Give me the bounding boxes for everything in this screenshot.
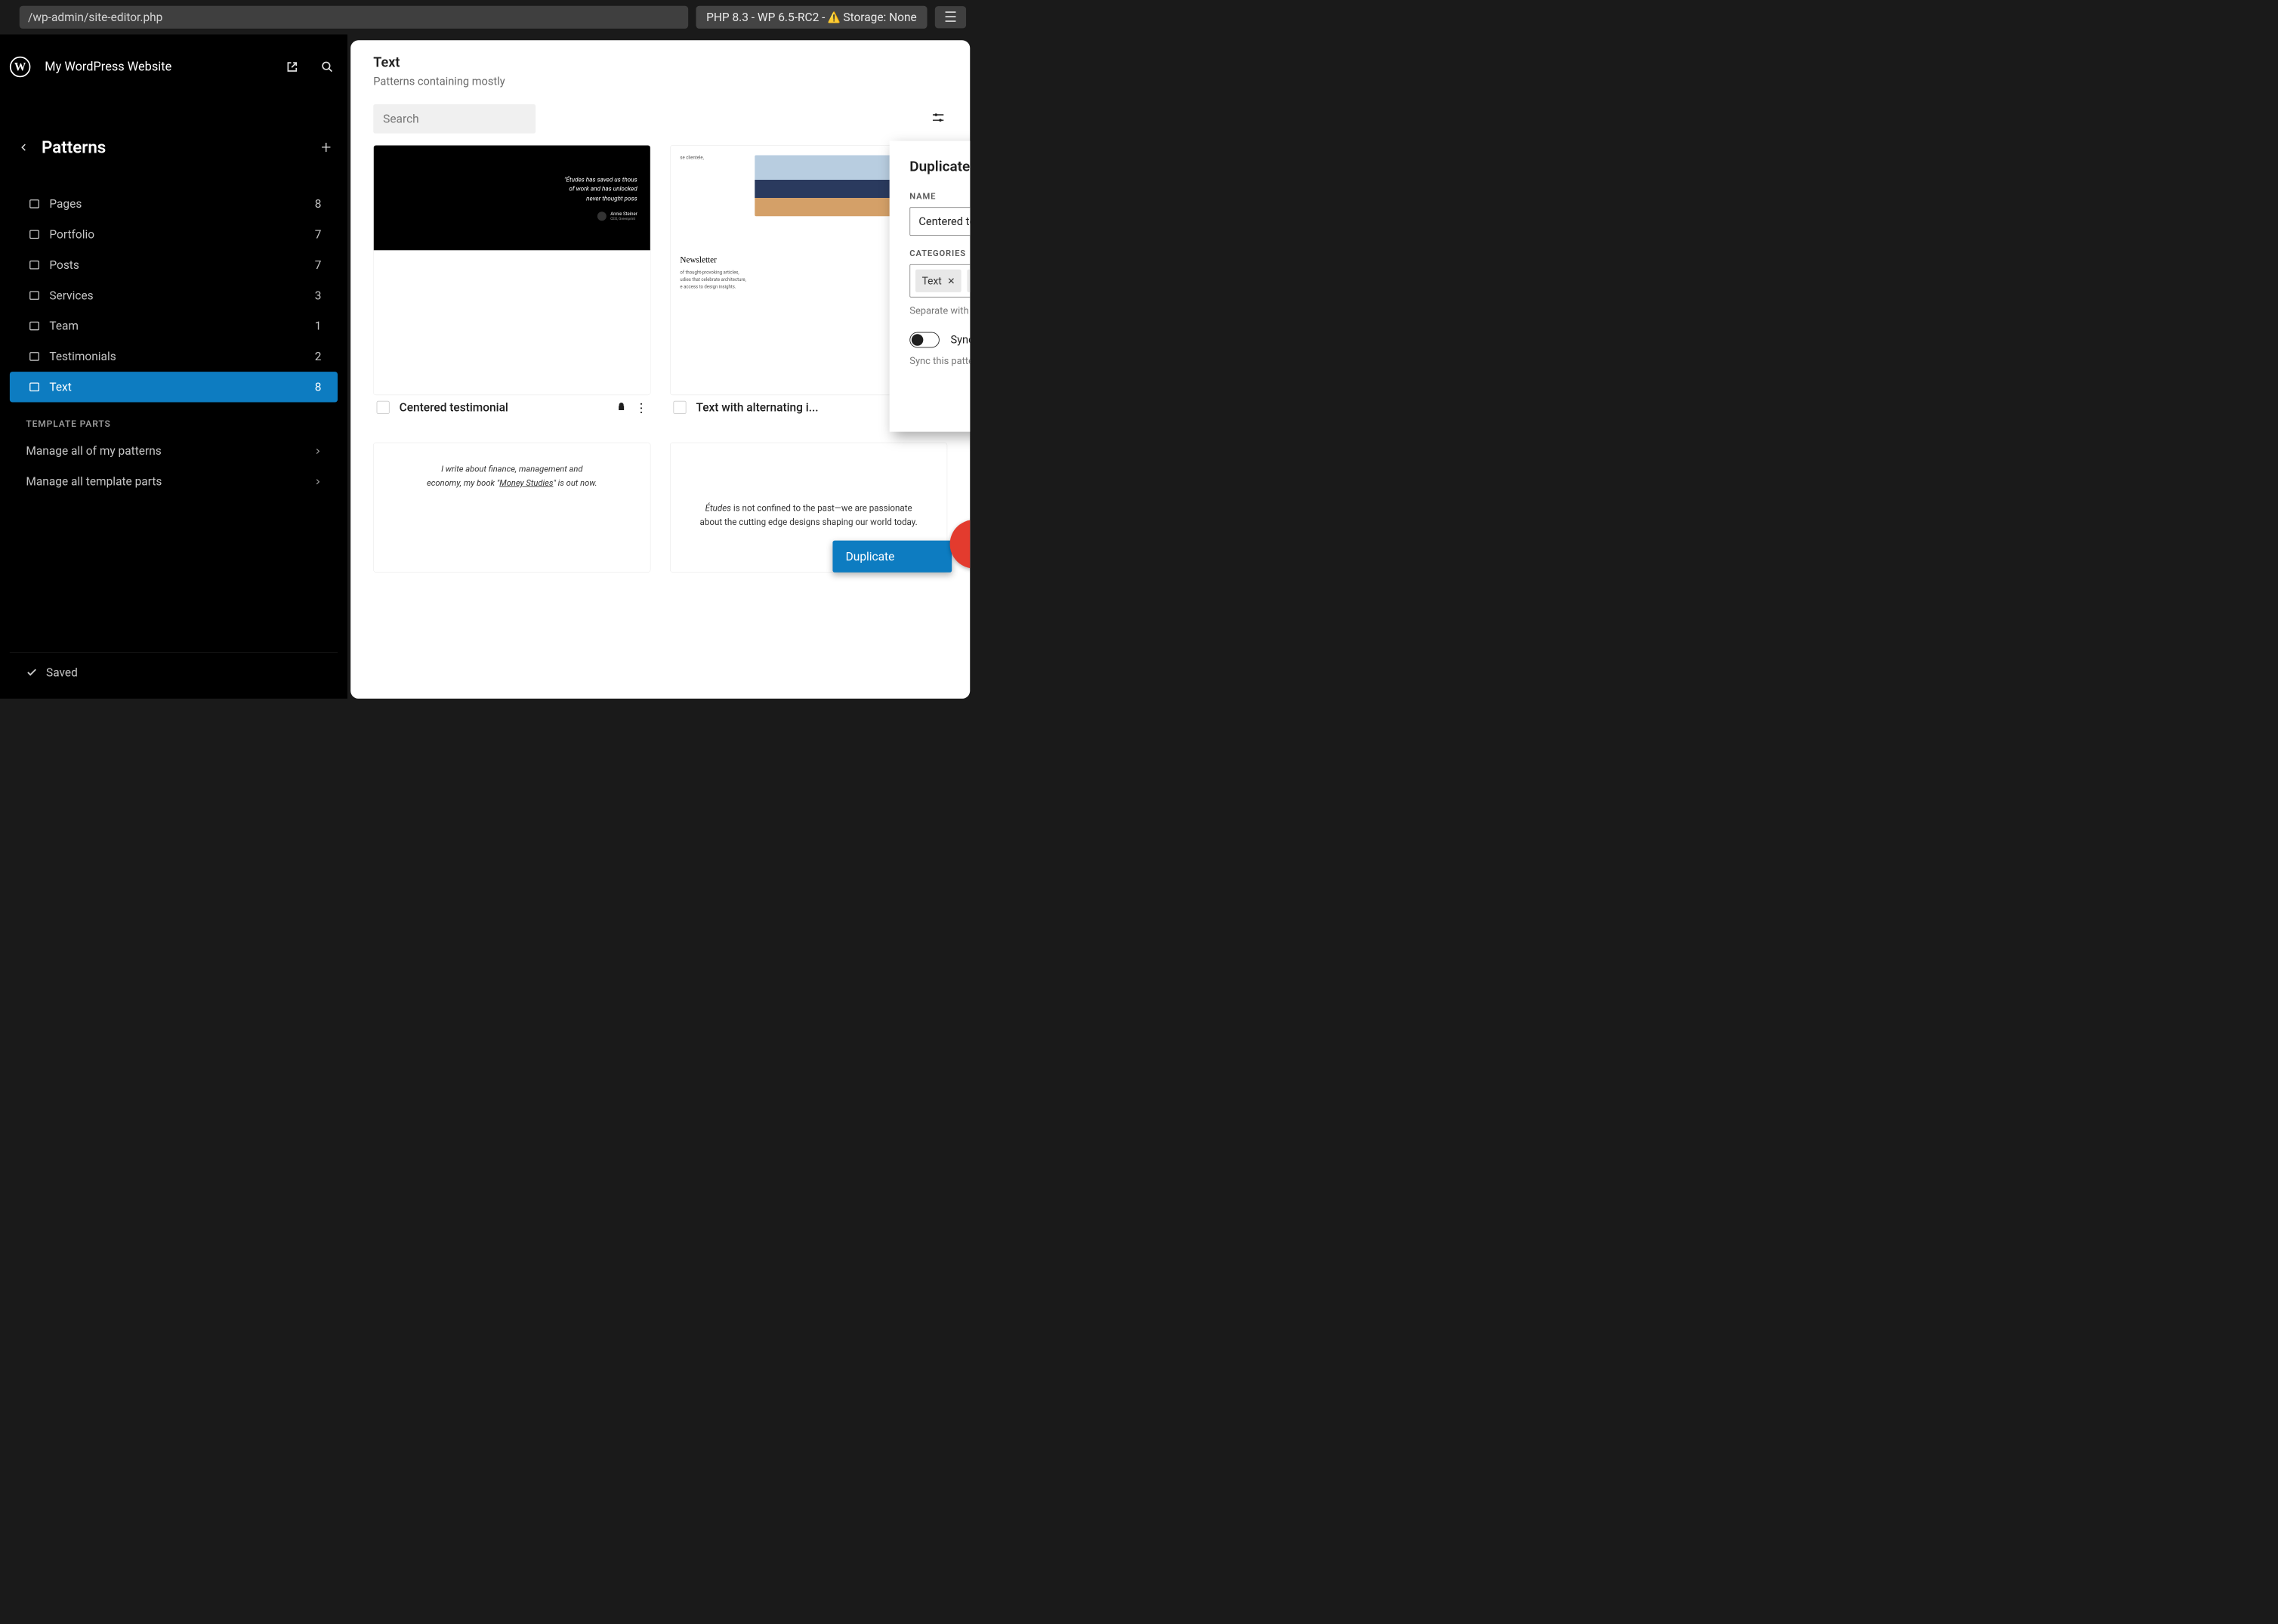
sidebar-category-list: Pages 8 Portfolio 7 Posts 7 Services 3 T… bbox=[10, 189, 338, 403]
sidebar-item-count: 7 bbox=[315, 258, 322, 272]
more-options-icon[interactable]: ⋯ bbox=[634, 402, 649, 413]
pattern-checkbox[interactable] bbox=[673, 401, 686, 414]
name-input[interactable] bbox=[909, 207, 970, 236]
preview-author-role: CEO, Greenprint bbox=[610, 217, 637, 221]
saved-label: Saved bbox=[46, 665, 78, 679]
sidebar-item-testimonials[interactable]: Testimonials 2 bbox=[10, 341, 338, 372]
pattern-preview: "Études has saved us thous of work and h… bbox=[373, 145, 650, 395]
sidebar-item-label: Testimonials bbox=[49, 350, 116, 363]
pattern-grid: "Études has saved us thous of work and h… bbox=[373, 145, 947, 573]
sidebar-item-text[interactable]: Text 8 bbox=[10, 372, 338, 402]
synced-toggle[interactable] bbox=[909, 332, 940, 348]
back-icon[interactable] bbox=[20, 143, 29, 152]
modal-title: Duplicate pattern bbox=[909, 158, 970, 174]
grid-column: "Études has saved us thous of work and h… bbox=[373, 145, 650, 573]
env-text: PHP 8.3 - WP 6.5-RC2 - bbox=[706, 11, 825, 24]
browser-topbar: /wp-admin/site-editor.php PHP 8.3 - WP 6… bbox=[0, 0, 979, 35]
section-title: Patterns bbox=[42, 137, 308, 157]
sidebar: W My WordPress Website Patterns + Pages … bbox=[0, 35, 347, 699]
sidebar-item-portfolio[interactable]: Portfolio 7 bbox=[10, 219, 338, 249]
duplicate-pattern-modal: Duplicate pattern NAME CATEGORIES Text T… bbox=[890, 141, 971, 432]
sidebar-heading-template-parts: TEMPLATE PARTS bbox=[10, 403, 338, 436]
context-menu-item-duplicate[interactable]: Duplicate bbox=[832, 541, 952, 573]
manage-label: Manage all of my patterns bbox=[26, 444, 161, 458]
pattern-checkbox[interactable] bbox=[377, 401, 390, 414]
search-input[interactable]: Search bbox=[373, 104, 536, 134]
avatar-icon bbox=[597, 211, 607, 221]
category-tag-testimonials[interactable]: Testimonials bbox=[967, 270, 970, 292]
panel-toolbar: Search bbox=[373, 104, 947, 134]
pattern-name: Centered testimonial bbox=[400, 400, 607, 414]
search-icon[interactable] bbox=[316, 57, 338, 78]
panel-title: Text bbox=[373, 54, 947, 70]
env-storage-text: Storage: None bbox=[843, 11, 916, 24]
sidebar-save-status: Saved bbox=[10, 652, 338, 698]
panel-subtitle: Patterns containing mostly bbox=[373, 75, 947, 88]
categories-input[interactable]: Text Testimonials bbox=[909, 264, 970, 298]
sidebar-item-team[interactable]: Team 1 bbox=[10, 310, 338, 341]
sidebar-header: W My WordPress Website bbox=[10, 54, 338, 79]
sidebar-item-count: 3 bbox=[315, 289, 322, 302]
wordpress-logo-icon[interactable]: W bbox=[10, 57, 31, 78]
add-pattern-icon[interactable]: + bbox=[321, 137, 331, 157]
preview-signature: Annie Steiner CEO, Greenprint bbox=[597, 211, 637, 221]
sidebar-item-label: Team bbox=[49, 319, 79, 332]
site-title: My WordPress Website bbox=[45, 60, 267, 74]
sidebar-item-services[interactable]: Services 3 bbox=[10, 280, 338, 310]
warning-icon: ⚠️ bbox=[828, 11, 841, 23]
patterns-panel: Text Patterns containing mostly Search "… bbox=[350, 40, 970, 699]
content-area: Text Patterns containing mostly Search "… bbox=[347, 35, 979, 699]
field-label-name: NAME bbox=[909, 192, 970, 202]
sidebar-item-posts[interactable]: Posts 7 bbox=[10, 250, 338, 280]
pattern-card-footer: Centered testimonial ⋯ bbox=[373, 395, 650, 420]
field-label-categories: CATEGORIES bbox=[909, 249, 970, 258]
preview-quote: "Études has saved us thous of work and h… bbox=[564, 174, 637, 203]
sidebar-item-label: Portfolio bbox=[49, 227, 94, 241]
sidebar-item-count: 1 bbox=[315, 319, 322, 332]
pattern-preview[interactable]: I write about finance, management and ec… bbox=[373, 443, 650, 573]
pattern-card[interactable]: "Études has saved us thous of work and h… bbox=[373, 145, 650, 420]
sidebar-section-header: Patterns + bbox=[10, 125, 338, 169]
sidebar-item-count: 8 bbox=[315, 197, 322, 211]
hamburger-menu[interactable]: ☰ bbox=[935, 6, 966, 28]
preview-dark-section: "Études has saved us thous of work and h… bbox=[374, 146, 650, 251]
preview-author: Annie Steiner bbox=[610, 211, 637, 217]
preview-small-text: se clientele, bbox=[680, 155, 745, 216]
sidebar-item-label: Posts bbox=[49, 258, 79, 272]
remove-tag-icon[interactable] bbox=[948, 277, 955, 284]
category-tag-text[interactable]: Text bbox=[915, 270, 962, 292]
env-badge: PHP 8.3 - WP 6.5-RC2 - ⚠️ Storage: None bbox=[696, 6, 927, 29]
lock-icon bbox=[617, 403, 626, 413]
manage-label: Manage all template parts bbox=[26, 474, 162, 488]
manage-all-patterns[interactable]: Manage all of my patterns bbox=[10, 436, 338, 466]
filter-icon[interactable] bbox=[932, 111, 948, 127]
check-icon bbox=[26, 666, 37, 678]
sidebar-item-label: Services bbox=[49, 289, 93, 302]
categories-hint: Separate with commas or the Enter key. bbox=[909, 305, 970, 316]
sidebar-item-label: Text bbox=[49, 380, 71, 394]
manage-all-template-parts[interactable]: Manage all template parts bbox=[10, 466, 338, 496]
sidebar-item-count: 7 bbox=[315, 227, 322, 241]
preview-white-section bbox=[374, 250, 650, 394]
click-indicator bbox=[950, 520, 971, 568]
url-bar[interactable]: /wp-admin/site-editor.php bbox=[20, 6, 688, 29]
sidebar-item-pages[interactable]: Pages 8 bbox=[10, 189, 338, 219]
pattern-name: Text with alternating i... bbox=[696, 400, 903, 414]
chevron-right-icon bbox=[314, 444, 321, 458]
sidebar-item-count: 2 bbox=[315, 350, 322, 363]
sidebar-item-count: 8 bbox=[315, 380, 322, 394]
tag-label: Text bbox=[922, 275, 942, 287]
synced-label: Synced bbox=[950, 333, 970, 346]
synced-hint: Sync this pattern across multiple locati… bbox=[909, 356, 970, 367]
chevron-right-icon bbox=[314, 474, 321, 488]
sidebar-item-label: Pages bbox=[49, 197, 82, 211]
open-externally-icon[interactable] bbox=[282, 57, 303, 78]
